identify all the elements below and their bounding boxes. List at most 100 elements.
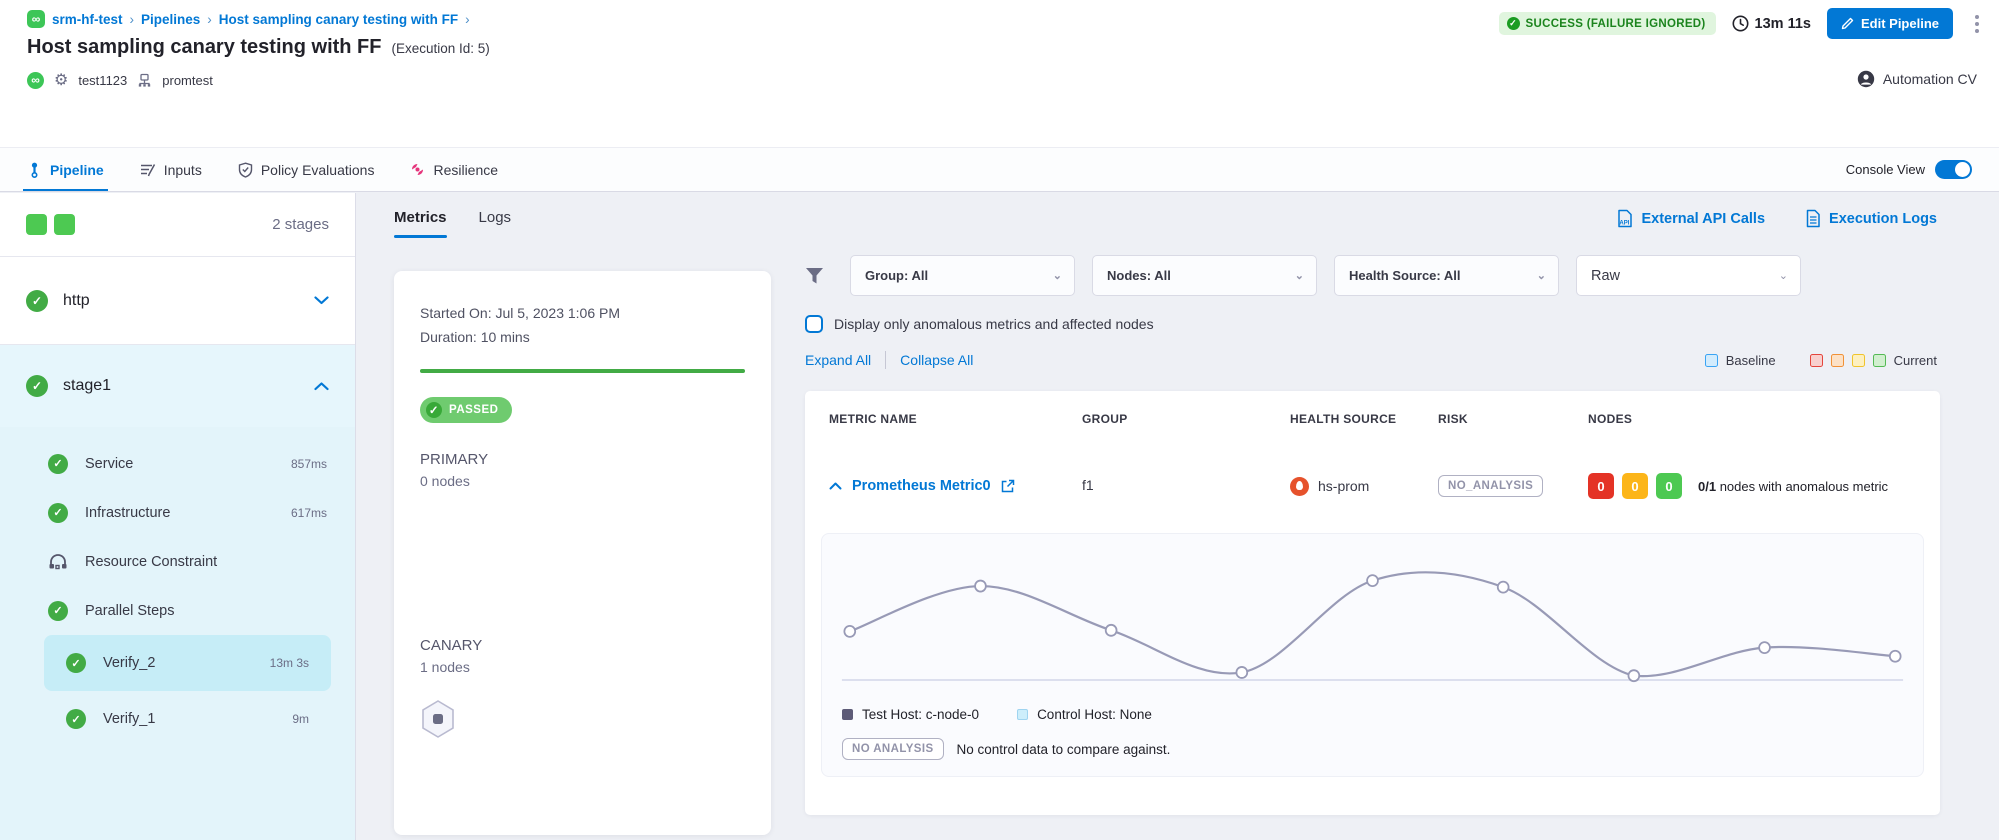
step-item-infrastructure[interactable]: ✓ Infrastructure 617ms xyxy=(0,488,355,537)
breadcrumb-separator-icon: › xyxy=(207,12,212,27)
tab-inputs[interactable]: Inputs xyxy=(140,148,202,191)
filter-icon[interactable] xyxy=(805,267,824,285)
chevron-down-icon: ⌄ xyxy=(1053,269,1062,282)
service-name[interactable]: promtest xyxy=(162,73,213,88)
verify-details-panel: Metrics Logs Started On: Jul 5, 2023 1:0… xyxy=(356,193,790,840)
pipeline-execution-page: ∞ srm-hf-test › Pipelines › Host samplin… xyxy=(0,0,1999,840)
console-view-control: Console View xyxy=(1846,160,1972,179)
amber-node-count: 0 xyxy=(1622,473,1648,499)
step-item-service[interactable]: ✓ Service 857ms xyxy=(0,439,355,488)
health-source-filter-select[interactable]: Health Source: All⌄ xyxy=(1334,255,1559,296)
resilience-icon xyxy=(410,162,425,177)
header-actions: ✓ SUCCESS (FAILURE IGNORED) 13m 11s Edit… xyxy=(1499,8,1985,39)
divider xyxy=(885,351,886,369)
verify-summary-card: Started On: Jul 5, 2023 1:06 PM Duration… xyxy=(394,271,771,835)
passed-badge: ✓ PASSED xyxy=(420,397,512,423)
metric-name-link[interactable]: Prometheus Metric0 xyxy=(852,478,991,494)
stage-item-http[interactable]: ✓ http xyxy=(0,257,355,345)
inputs-icon xyxy=(140,162,156,177)
page-title: Host sampling canary testing with FF xyxy=(27,36,382,59)
svg-text:API: API xyxy=(1620,221,1630,227)
chart-footer: NO ANALYSIS No control data to compare a… xyxy=(842,738,1909,760)
chevron-down-icon[interactable] xyxy=(314,296,329,305)
filter-row: Group: All⌄ Nodes: All⌄ Health Source: A… xyxy=(805,255,1940,296)
chevron-down-icon: ⌄ xyxy=(1537,269,1546,282)
metric-group: f1 xyxy=(1082,477,1094,493)
more-options-menu[interactable] xyxy=(1969,11,1985,37)
anomalous-only-label: Display only anomalous metrics and affec… xyxy=(834,316,1154,332)
test-host-label: Test Host: c-node-0 xyxy=(862,707,979,722)
cv-status-icon: ∞ xyxy=(27,72,44,89)
test-host-swatch-icon xyxy=(842,709,853,720)
prometheus-icon xyxy=(1290,477,1309,496)
canary-label: CANARY xyxy=(420,637,745,654)
external-api-calls-link[interactable]: API External API Calls xyxy=(1616,209,1765,228)
primary-label: PRIMARY xyxy=(420,451,745,468)
success-check-icon: ✓ xyxy=(26,375,48,397)
success-check-icon: ✓ xyxy=(48,503,68,523)
stage-square-icon xyxy=(26,214,47,235)
chevron-down-icon: ⌄ xyxy=(1779,269,1788,282)
step-item-parallel-steps[interactable]: ✓ Parallel Steps xyxy=(0,586,355,635)
expand-all-link[interactable]: Expand All xyxy=(805,352,871,368)
breadcrumb-pipeline-name[interactable]: Host sampling canary testing with FF xyxy=(219,12,458,27)
breadcrumb-project[interactable]: srm-hf-test xyxy=(52,12,123,27)
step-item-verify-1[interactable]: ✓ Verify_1 9m xyxy=(44,691,331,747)
external-link-icon[interactable] xyxy=(1001,479,1015,493)
console-view-toggle[interactable] xyxy=(1935,160,1972,179)
tab-resilience[interactable]: Resilience xyxy=(410,148,498,191)
tab-policy-evaluations[interactable]: Policy Evaluations xyxy=(238,148,375,191)
success-check-icon: ✓ xyxy=(1507,17,1520,30)
risk-green-swatch-icon xyxy=(1873,354,1886,367)
check-icon: ✓ xyxy=(426,402,442,418)
risk-color-legend: Baseline Current xyxy=(1705,353,1937,368)
elapsed-time: 13m 11s xyxy=(1732,15,1811,32)
control-host-label: Control Host: None xyxy=(1037,707,1152,722)
risk-yellow-swatch-icon xyxy=(1852,354,1865,367)
metrics-table-card: METRIC NAME GROUP HEALTH SOURCE RISK NOD… xyxy=(805,391,1940,815)
data-type-select[interactable]: Raw⌄ xyxy=(1576,255,1801,296)
metrics-table-header: METRIC NAME GROUP HEALTH SOURCE RISK NOD… xyxy=(805,391,1940,447)
success-check-icon: ✓ xyxy=(26,290,48,312)
execution-logs-link[interactable]: Execution Logs xyxy=(1805,209,1937,228)
page-header: ∞ srm-hf-test › Pipelines › Host samplin… xyxy=(0,0,1999,147)
green-node-count: 0 xyxy=(1656,473,1682,499)
nodes-filter-select[interactable]: Nodes: All⌄ xyxy=(1092,255,1317,296)
anomalous-only-checkbox[interactable] xyxy=(805,315,823,333)
metric-table-row: Prometheus Metric0 f1 hs-prom NO_ANALYSI… xyxy=(805,447,1940,525)
collapse-all-link[interactable]: Collapse All xyxy=(900,352,973,368)
edit-pipeline-button[interactable]: Edit Pipeline xyxy=(1827,8,1953,39)
triggered-by: Automation CV xyxy=(1857,70,1977,88)
harness-logo-icon: ∞ xyxy=(27,10,45,28)
group-filter-select[interactable]: Group: All⌄ xyxy=(850,255,1075,296)
stage-counter: 2 stages xyxy=(0,193,355,257)
connector-name[interactable]: test1123 xyxy=(78,73,127,88)
step-item-verify-2[interactable]: ✓ Verify_2 13m 3s xyxy=(44,635,331,691)
detail-tabs: Metrics Logs xyxy=(394,209,790,238)
success-check-icon: ✓ xyxy=(48,601,68,621)
service-icon xyxy=(137,73,152,88)
breadcrumb-separator-icon: › xyxy=(130,12,135,27)
document-icon xyxy=(1805,209,1821,228)
chevron-up-icon[interactable] xyxy=(314,382,329,391)
breadcrumb: ∞ srm-hf-test › Pipelines › Host samplin… xyxy=(27,10,470,28)
status-badge: ✓ SUCCESS (FAILURE IGNORED) xyxy=(1499,12,1716,35)
steps-list: ✓ Service 857ms ✓ Infrastructure 617ms R… xyxy=(0,427,355,840)
chart-host-legend: Test Host: c-node-0 Control Host: None xyxy=(842,707,1909,722)
stage-square-icon xyxy=(54,214,75,235)
clock-icon xyxy=(1732,15,1749,32)
red-node-count: 0 xyxy=(1588,473,1614,499)
breadcrumb-pipelines[interactable]: Pipelines xyxy=(141,12,200,27)
started-on: Started On: Jul 5, 2023 1:06 PM xyxy=(420,301,745,325)
step-item-resource-constraint[interactable]: Resource Constraint xyxy=(0,537,355,586)
tab-metrics[interactable]: Metrics xyxy=(394,209,447,238)
stages-sidebar: 2 stages ✓ http ✓ stage1 ✓ Service 857ms xyxy=(0,193,356,840)
tab-pipeline[interactable]: Pipeline xyxy=(27,148,104,191)
risk-orange-swatch-icon xyxy=(1831,354,1844,367)
stage-item-stage1[interactable]: ✓ stage1 xyxy=(0,345,355,427)
shield-check-icon xyxy=(238,162,253,178)
canary-node-hexagon-icon[interactable] xyxy=(420,699,456,739)
tab-logs[interactable]: Logs xyxy=(479,209,512,238)
collapse-chevron-icon[interactable] xyxy=(829,482,842,490)
metric-line-chart[interactable] xyxy=(836,560,1909,692)
